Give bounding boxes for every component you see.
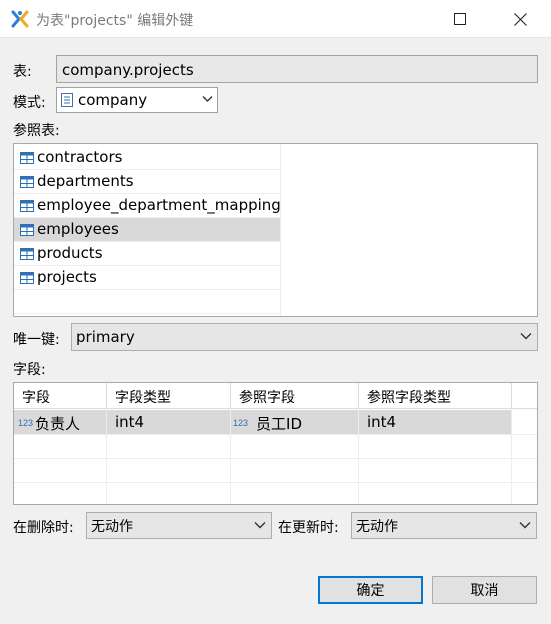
- on-delete-combo[interactable]: 无动作: [86, 512, 272, 539]
- on-update-combo[interactable]: 无动作: [351, 512, 537, 539]
- chevron-down-icon: [520, 333, 532, 340]
- ref-field-cell[interactable]: 123 员工ID: [231, 410, 359, 434]
- grid-line: [14, 434, 537, 435]
- schema-value: company: [78, 91, 148, 109]
- column-header[interactable]: 字段: [14, 383, 107, 409]
- cancel-button[interactable]: 取消: [432, 576, 537, 604]
- table-icon: [20, 200, 34, 212]
- table-field[interactable]: company.projects: [56, 55, 538, 83]
- numeric-type-icon: 123: [233, 418, 249, 428]
- close-icon: [513, 12, 527, 26]
- field-name: 负责人: [35, 415, 81, 433]
- unique-key-value: primary: [76, 328, 135, 346]
- table-icon: [20, 272, 34, 284]
- column-header[interactable]: 参照字段类型: [359, 383, 512, 409]
- column-header[interactable]: 参照字段: [231, 383, 359, 409]
- unique-key-label: 唯一键:: [13, 332, 60, 348]
- table-label: 表:: [13, 64, 32, 80]
- empty-row: [14, 290, 280, 314]
- ref-field-type-cell[interactable]: int4: [359, 410, 512, 434]
- chevron-down-icon: [202, 96, 213, 102]
- maximize-button[interactable]: [437, 0, 483, 38]
- on-delete-value: 无动作: [91, 519, 133, 535]
- grid-line: [14, 482, 537, 483]
- chevron-down-icon: [254, 522, 266, 529]
- ref-table-name: projects: [37, 268, 97, 286]
- unique-key-combo[interactable]: primary: [71, 323, 538, 351]
- ref-table-name: employee_department_mapping: [37, 196, 281, 214]
- ref-table-item[interactable]: employee_department_mapping: [14, 194, 281, 218]
- fields-table[interactable]: 字段 字段类型 参照字段 参照字段类型 123 负责人 int4 123 员工ID …: [13, 382, 538, 505]
- ref-table-name: departments: [37, 172, 134, 190]
- column-header[interactable]: 字段类型: [107, 383, 231, 409]
- schema-label: 模式:: [13, 95, 46, 111]
- app-logo-icon: [11, 10, 29, 28]
- table-icon: [20, 224, 34, 236]
- ref-table-item[interactable]: products: [14, 242, 280, 266]
- ref-table-name: employees: [37, 220, 119, 238]
- ref-table-item[interactable]: departments: [14, 170, 280, 194]
- table-row[interactable]: 123 负责人 int4 123 员工ID int4: [14, 410, 512, 434]
- numeric-type-icon: 123: [18, 418, 34, 428]
- ref-table-name: contractors: [37, 148, 123, 166]
- on-delete-label: 在删除时:: [13, 520, 74, 536]
- chevron-down-icon: [519, 522, 531, 529]
- column-divider: [280, 144, 281, 316]
- grid-line: [358, 409, 359, 504]
- maximize-icon: [454, 13, 466, 25]
- ref-table-list[interactable]: contractors departments employee_departm…: [13, 143, 538, 317]
- title-bar: 为表"projects" 编辑外键: [0, 0, 551, 38]
- table-header: 字段 字段类型 参照字段 参照字段类型: [14, 383, 537, 409]
- ref-table-item[interactable]: contractors: [14, 146, 280, 170]
- grid-line: [230, 409, 231, 504]
- table-icon: [20, 152, 34, 164]
- table-icon: [20, 176, 34, 188]
- table-icon: [20, 248, 34, 260]
- ok-button[interactable]: 确定: [318, 576, 423, 604]
- schema-icon: [61, 93, 73, 107]
- ref-tables-label: 参照表:: [13, 123, 60, 139]
- close-button[interactable]: [497, 0, 543, 38]
- ref-field-name: 员工ID: [256, 415, 303, 433]
- window-title: 为表"projects" 编辑外键: [36, 13, 194, 29]
- fields-label: 字段:: [13, 362, 46, 378]
- field-type-cell[interactable]: int4: [107, 410, 231, 434]
- ref-table-item-selected[interactable]: employees: [14, 218, 280, 242]
- ref-table-name: products: [37, 244, 103, 262]
- grid-line: [511, 409, 512, 504]
- schema-combo[interactable]: company: [56, 87, 218, 113]
- on-update-label: 在更新时:: [278, 520, 339, 536]
- field-cell[interactable]: 123 负责人: [14, 410, 107, 434]
- grid-line: [14, 458, 537, 459]
- ref-table-item[interactable]: projects: [14, 266, 280, 290]
- on-update-value: 无动作: [356, 519, 398, 535]
- grid-line: [106, 409, 107, 504]
